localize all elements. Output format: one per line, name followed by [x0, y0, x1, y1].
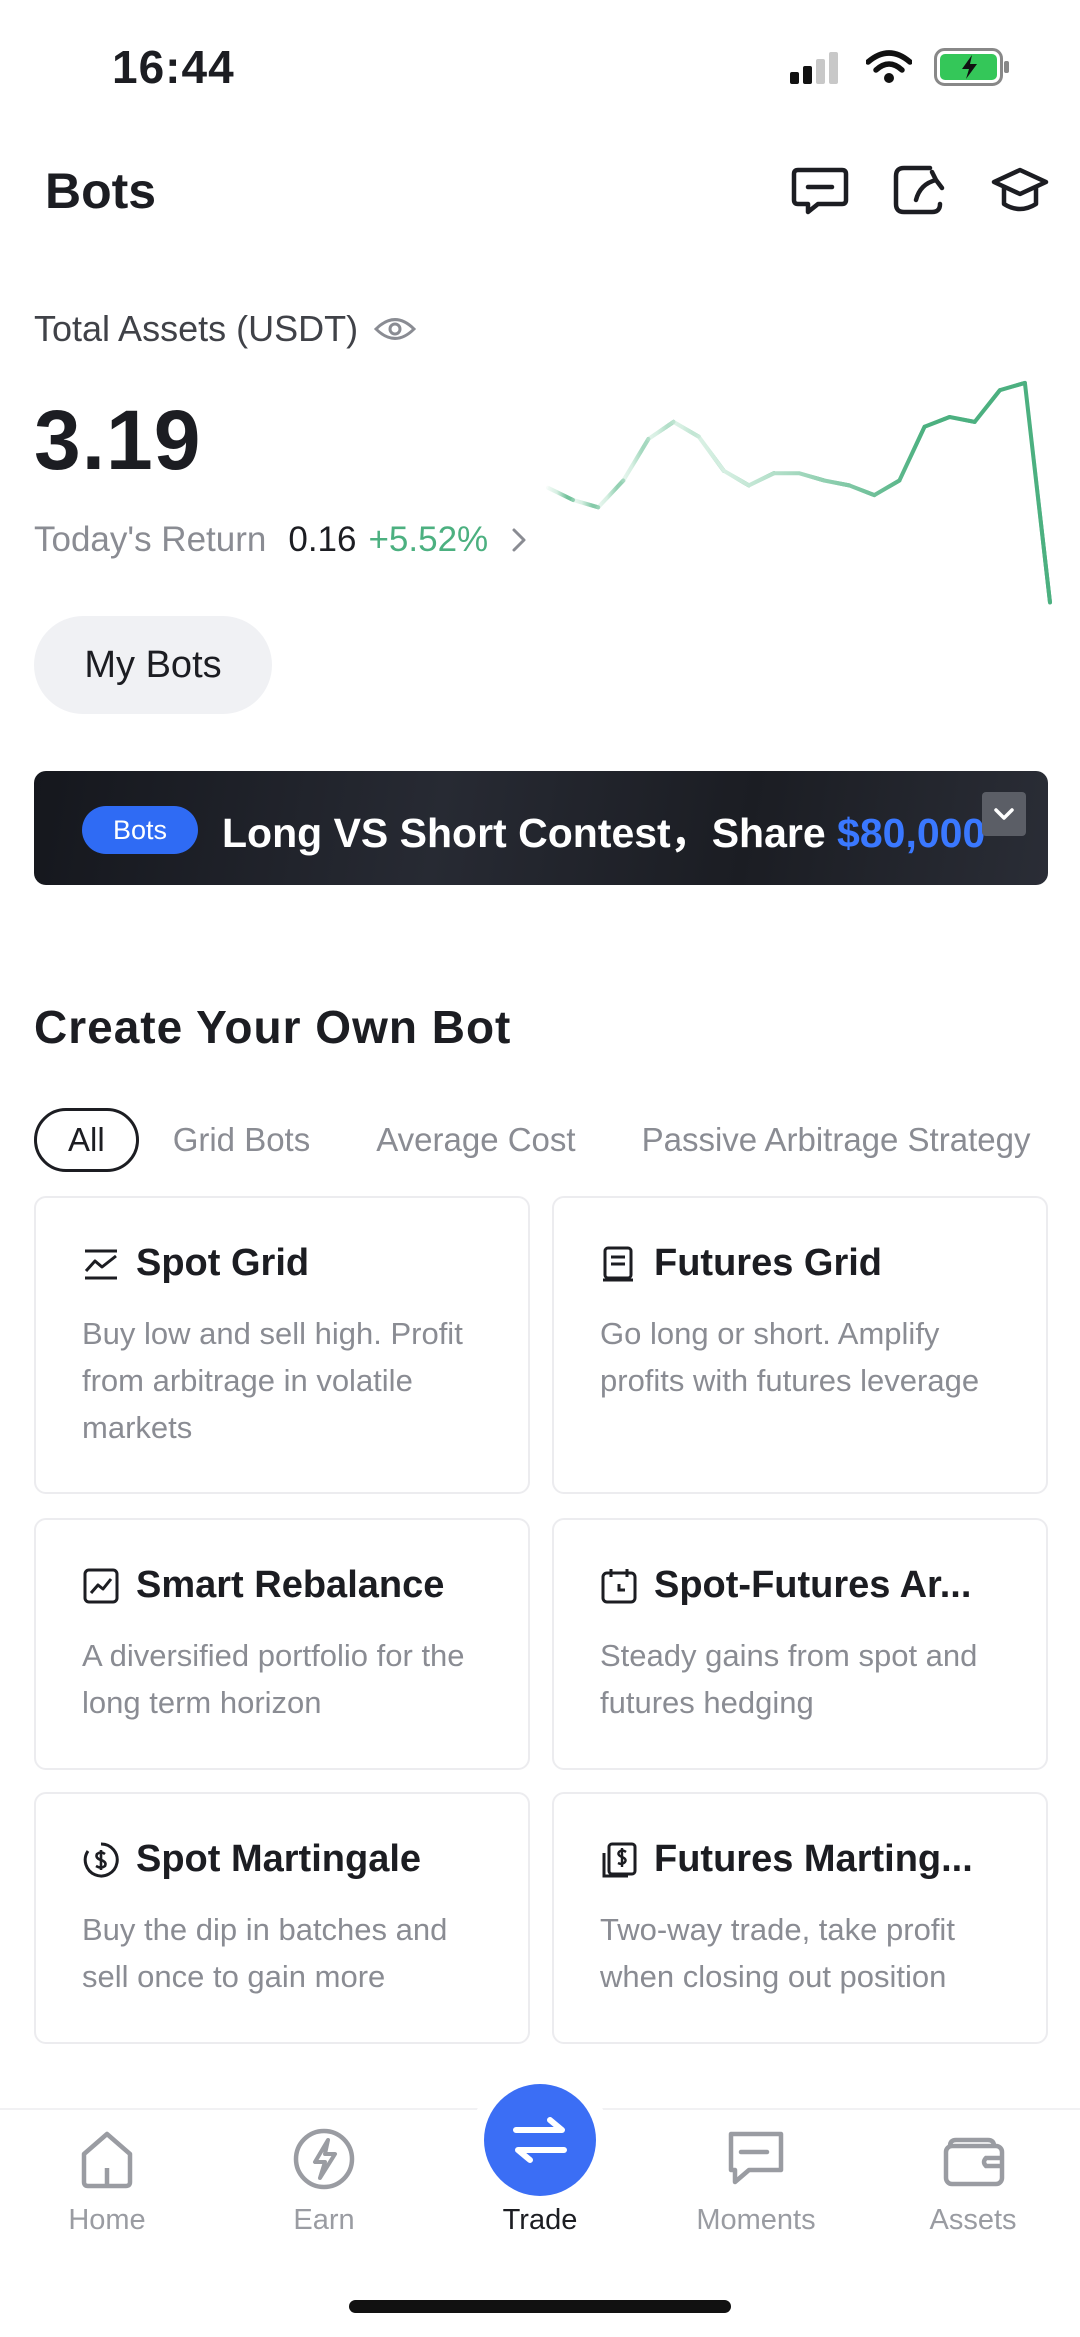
page-title: Bots — [45, 163, 157, 219]
tab-all[interactable]: All — [34, 1108, 139, 1172]
card-title: Spot-Futures Ar... — [654, 1564, 972, 1606]
rebalance-icon — [83, 1568, 119, 1603]
share-icon[interactable] — [890, 160, 950, 220]
bot-card-spot-grid[interactable]: Spot Grid Buy low and sell high. Profit … — [34, 1196, 530, 1494]
home-icon — [81, 2131, 133, 2189]
filter-tabs: All Grid Bots Average Cost Passive Arbit… — [34, 1108, 1080, 1172]
banner-text-main: Long VS Short Contest，Share — [222, 810, 838, 856]
nav-moments[interactable]: Moments — [666, 2126, 846, 2237]
card-title: Spot Martingale — [136, 1838, 422, 1880]
card-description: Two-way trade, take profit when closing … — [600, 1912, 955, 1994]
card-description: Go long or short. Amplify profits with f… — [600, 1316, 980, 1398]
card-title-row: Smart Rebalance — [82, 1564, 444, 1607]
nav-label: Earn — [293, 2204, 355, 2236]
card-description: A diversified portfolio for the long ter… — [82, 1638, 465, 1720]
card-title-row: Spot-Futures Ar... — [600, 1564, 971, 1607]
calendar-icon — [601, 1568, 637, 1603]
tab-passive-arbitrage[interactable]: Passive Arbitrage Strategy — [642, 1121, 1031, 1159]
academy-icon[interactable] — [990, 160, 1050, 220]
card-title: Spot Grid — [136, 1242, 310, 1284]
assets-sparkline-chart — [546, 380, 1052, 605]
battery-icon — [934, 48, 1009, 86]
status-time: 16:44 — [112, 41, 235, 93]
status-icons — [790, 48, 1010, 86]
banner-text: Long VS Short Contest，Share $80,000 — [222, 799, 985, 859]
nav-label: Assets — [929, 2204, 1017, 2236]
tab-grid-bots[interactable]: Grid Bots — [173, 1121, 311, 1159]
header: Bots — [0, 150, 1080, 240]
banner-expand-button[interactable] — [982, 792, 1026, 836]
tab-average-cost[interactable]: Average Cost — [376, 1121, 575, 1159]
futures-grid-icon — [603, 1246, 633, 1281]
dollar-doc-icon — [602, 1842, 637, 1877]
bot-card-smart-rebalance[interactable]: Smart Rebalance A diversified portfolio … — [34, 1518, 530, 1770]
dollar-circle-icon — [83, 1841, 119, 1877]
home-indicator — [349, 2300, 731, 2313]
message-icon[interactable] — [790, 160, 850, 220]
section-title: Create Your Own Bot — [34, 1001, 512, 1053]
total-assets-text: Total Assets (USDT) — [34, 308, 359, 349]
card-description: Buy low and sell high. Profit from arbit… — [82, 1316, 463, 1445]
trade-button[interactable] — [484, 2084, 596, 2196]
banner-text-highlight: $80,000 — [837, 810, 986, 856]
banner-badge: Bots — [82, 806, 198, 854]
wallet-icon — [943, 2137, 1005, 2187]
chevron-down-icon — [994, 808, 1014, 820]
todays-return-amount: 0.16 — [288, 520, 357, 559]
bot-card-futures-grid[interactable]: Futures Grid Go long or short. Amplify p… — [552, 1196, 1048, 1494]
card-title: Futures Grid — [654, 1242, 883, 1284]
eye-icon[interactable] — [374, 314, 417, 344]
bot-card-spot-futures-arbitrage[interactable]: Spot-Futures Ar... Steady gains from spo… — [552, 1518, 1048, 1770]
status-bar: 16:44 — [0, 0, 1080, 140]
nav-home[interactable]: Home — [17, 2126, 197, 2237]
moments-icon — [728, 2131, 784, 2185]
nav-label: Home — [68, 2204, 146, 2236]
header-actions — [790, 160, 1050, 220]
bot-card-futures-martingale[interactable]: Futures Marting... Two-way trade, take p… — [552, 1792, 1048, 2044]
card-title: Smart Rebalance — [136, 1564, 445, 1606]
bot-card-spot-martingale[interactable]: Spot Martingale Buy the dip in batches a… — [34, 1792, 530, 2044]
nav-assets[interactable]: Assets — [883, 2126, 1063, 2237]
card-title-row: Spot Grid — [82, 1242, 309, 1285]
card-title-row: Futures Marting... — [600, 1838, 973, 1881]
trade-icon — [513, 2117, 567, 2163]
todays-return-row[interactable]: Today's Return 0.16 +5.52% — [34, 520, 528, 560]
wifi-icon — [866, 50, 912, 83]
chevron-right-icon — [512, 528, 526, 552]
total-assets-value: 3.19 — [34, 393, 202, 487]
total-assets-label: Total Assets (USDT) — [34, 308, 417, 350]
nav-label: Trade — [502, 2204, 578, 2236]
todays-return-label: Today's Return — [34, 520, 267, 559]
nav-earn[interactable]: Earn — [234, 2126, 414, 2237]
card-description: Buy the dip in batches and sell once to … — [82, 1912, 448, 1994]
card-description: Steady gains from spot and futures hedgi… — [600, 1638, 978, 1720]
todays-return-percent: +5.52% — [368, 520, 489, 559]
signal-icon — [790, 52, 838, 84]
nav-label: Moments — [696, 2204, 816, 2236]
card-title-row: Spot Martingale — [82, 1838, 421, 1881]
chart-series-line — [547, 380, 1052, 603]
card-title: Futures Marting... — [654, 1838, 973, 1880]
my-bots-button[interactable]: My Bots — [34, 616, 272, 714]
earn-icon — [293, 2128, 355, 2190]
spot-grid-icon — [84, 1249, 117, 1279]
contest-banner[interactable]: Bots Long VS Short Contest，Share $80,000 — [34, 771, 1048, 885]
card-title-row: Futures Grid — [600, 1242, 882, 1285]
